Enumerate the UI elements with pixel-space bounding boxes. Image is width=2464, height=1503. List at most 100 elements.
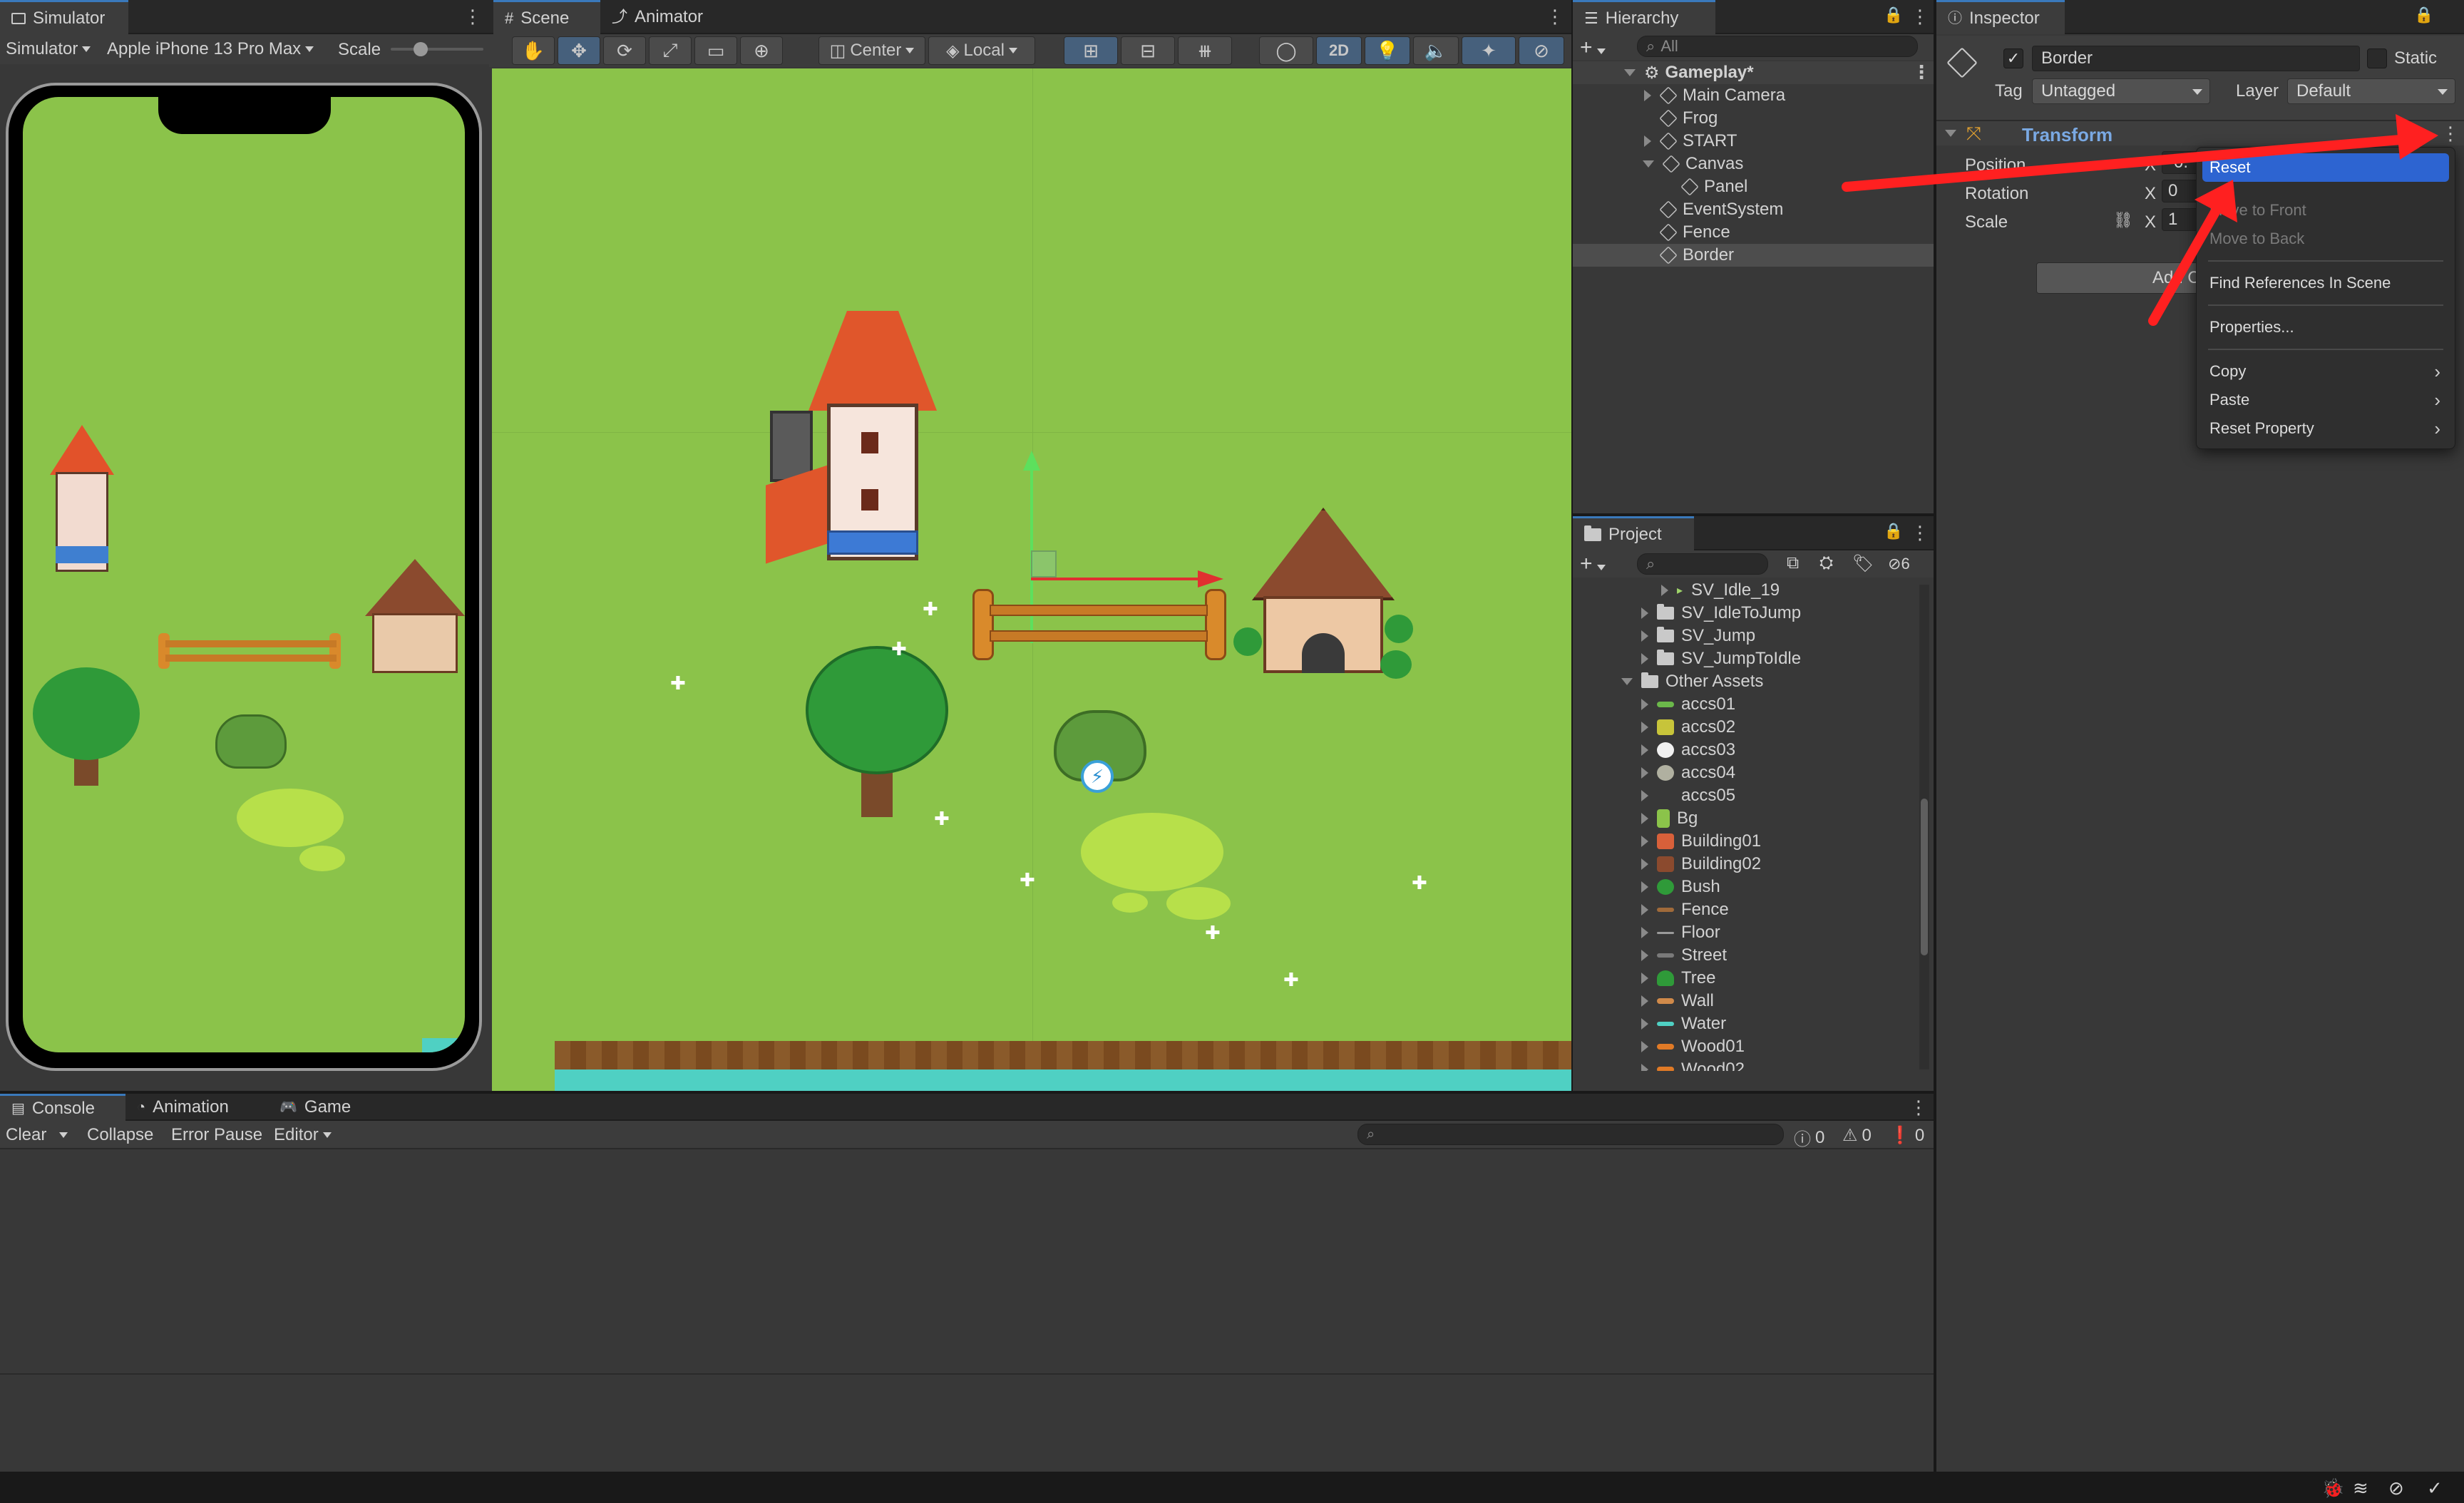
lock-icon[interactable]: 🔒 (2414, 6, 2433, 24)
pivot-dropdown[interactable]: ◫ Center (818, 36, 925, 65)
component-menu-icon[interactable]: ⋮ (2441, 124, 2460, 143)
mode-2d-button[interactable]: 2D (1316, 36, 1362, 65)
scene-menu-icon[interactable]: ⋮ (1546, 7, 1564, 26)
project-scrollbar-thumb[interactable] (1921, 799, 1928, 955)
lock-icon[interactable]: 🔒 (1884, 6, 1903, 24)
hierarchy-item-main-camera[interactable]: Main Camera (1573, 84, 1934, 107)
gizmo-y-arrow[interactable] (1023, 451, 1040, 471)
project-item[interactable]: SV_Jump (1573, 625, 1914, 647)
gizmo-x-axis[interactable] (1031, 578, 1202, 580)
add-component-button[interactable]: Add Co (2036, 262, 2222, 294)
hierarchy-search-input[interactable]: ⌕ All (1637, 36, 1918, 57)
tab-inspector[interactable]: ⓘ Inspector (1936, 0, 2065, 34)
hidden-packages-icon[interactable]: ⊘6 (1888, 555, 1910, 573)
project-item[interactable]: Bush (1573, 876, 1914, 898)
project-item[interactable]: accs02 (1573, 716, 1914, 739)
increment-snap-button[interactable]: ⧻ (1178, 36, 1232, 65)
project-item[interactable]: accs01 (1573, 693, 1914, 716)
editor-dropdown[interactable]: Editor (274, 1125, 332, 1145)
transform-tool-button[interactable]: ⊕ (740, 36, 783, 65)
scene-menu-icon[interactable]: ⋮ (1912, 63, 1931, 81)
project-item[interactable]: accs03 (1573, 739, 1914, 761)
project-search-input[interactable]: ⌕ (1637, 553, 1768, 575)
hierarchy-menu-icon[interactable]: ⋮ (1911, 7, 1929, 26)
tab-animator[interactable]: ⤴ Animator (600, 0, 729, 34)
menu-item-move-to-back[interactable]: Move to Back (2197, 225, 2455, 253)
project-item[interactable]: Building01 (1573, 830, 1914, 853)
error-pause-button[interactable]: Error Pause (171, 1125, 262, 1145)
project-item[interactable]: accs04 (1573, 761, 1914, 784)
space-dropdown[interactable]: ◈ Local (928, 36, 1035, 65)
project-item[interactable]: Wood01 (1573, 1035, 1914, 1058)
link-icon[interactable]: ⛓ (2113, 211, 2133, 230)
project-item[interactable]: SV_IdleToJump (1573, 602, 1914, 625)
menu-item-paste[interactable]: Paste › (2197, 386, 2455, 414)
transform-header[interactable]: ⤧ Transform ⋮ (1936, 120, 2464, 145)
log-count-toggle[interactable]: ⓘ 0 (1794, 1125, 1824, 1150)
project-item[interactable]: Water (1573, 1012, 1914, 1035)
tab-game[interactable]: 🎮 Game (268, 1094, 382, 1121)
create-button[interactable]: + (1580, 552, 1606, 576)
collapse-button[interactable]: Collapse (87, 1125, 153, 1145)
hierarchy-item-frog[interactable]: Frog (1573, 107, 1934, 130)
gizmo-x-arrow[interactable] (1198, 570, 1223, 588)
rotate-tool-button[interactable]: ⟳ (603, 36, 646, 65)
project-item[interactable]: ▸ SV_Idle_19 (1573, 579, 1914, 602)
hierarchy-item-panel[interactable]: Panel (1573, 175, 1934, 198)
scene-search-icon[interactable]: ⧉ (1787, 553, 1799, 573)
lock-icon[interactable]: 🔒 (1884, 522, 1903, 540)
tab-project[interactable]: Project (1573, 516, 1694, 550)
hierarchy-item-canvas[interactable]: Canvas (1573, 153, 1934, 175)
console-detail-area[interactable] (0, 1373, 1934, 1472)
project-item[interactable]: Bg (1573, 807, 1914, 830)
project-item[interactable]: Floor (1573, 921, 1914, 944)
audio-button[interactable]: 🔈 (1413, 36, 1459, 65)
project-item[interactable]: Street (1573, 944, 1914, 967)
hand-tool-button[interactable]: ✋ (512, 36, 555, 65)
scale-tool-button[interactable]: ⤢ (649, 36, 692, 65)
hierarchy-item-fence[interactable]: Fence (1573, 221, 1934, 244)
tab-hierarchy[interactable]: ☰ Hierarchy (1573, 0, 1715, 34)
frog-selection-icon[interactable]: ⚡ (1081, 760, 1114, 793)
effects-button[interactable]: ✦ (1462, 36, 1516, 65)
rect-tool-button[interactable]: ▭ (694, 36, 737, 65)
lighting-button[interactable]: 💡 (1365, 36, 1410, 65)
create-button[interactable]: + (1580, 36, 1606, 60)
tab-console[interactable]: ▤ Console (0, 1094, 125, 1121)
layer-dropdown[interactable]: Default (2287, 78, 2455, 104)
simulator-mode-dropdown[interactable]: Simulator (6, 37, 91, 61)
menu-item-find-references[interactable]: Find References In Scene (2197, 269, 2455, 297)
tab-scene[interactable]: # Scene (493, 0, 600, 34)
simulator-menu-icon[interactable]: ⋮ (463, 7, 482, 26)
project-item[interactable]: accs05 (1573, 784, 1914, 807)
static-checkbox[interactable] (2367, 48, 2387, 68)
menu-item-move-to-front[interactable]: Move to Front (2197, 196, 2455, 225)
move-tool-button[interactable]: ✥ (558, 36, 600, 65)
warning-count-toggle[interactable]: ⚠ 0 (1842, 1125, 1872, 1146)
menu-item-properties[interactable]: Properties... (2197, 313, 2455, 342)
scene-root[interactable]: ⚙ Gameplay* ⋮ (1573, 61, 1934, 84)
console-search-input[interactable]: ⌕ (1357, 1124, 1784, 1145)
gizmo-plane-handle[interactable] (1031, 550, 1057, 578)
layers-icon[interactable]: ≋ (2353, 1477, 2368, 1499)
hierarchy-item-border[interactable]: Border (1573, 244, 1934, 267)
device-dropdown[interactable]: Apple iPhone 13 Pro Max (107, 37, 314, 61)
tab-simulator[interactable]: Simulator (0, 0, 128, 34)
project-item[interactable]: Wall (1573, 990, 1914, 1012)
menu-item-reset[interactable]: Reset (2197, 153, 2455, 182)
project-item[interactable]: Tree (1573, 967, 1914, 990)
grid-snap-button[interactable]: ⊞ (1064, 36, 1118, 65)
draw-mode-button[interactable]: ◯ (1259, 36, 1313, 65)
project-item[interactable]: Other Assets (1573, 670, 1914, 693)
filter-type-icon[interactable]: ⛭ (1819, 553, 1833, 573)
menu-item-reset-property[interactable]: Reset Property › (2197, 414, 2455, 443)
scale-slider-thumb[interactable] (414, 42, 428, 56)
clear-button[interactable]: Clear (6, 1125, 68, 1145)
grid-visibility-button[interactable]: ⊟ (1121, 36, 1175, 65)
project-scrollbar[interactable] (1919, 585, 1929, 1069)
filter-label-icon[interactable]: 🏷 (1852, 553, 1874, 574)
visibility-button[interactable]: ⊘ (1519, 36, 1564, 65)
project-item[interactable]: Building02 (1573, 853, 1914, 876)
tag-dropdown[interactable]: Untagged (2032, 78, 2210, 104)
check-icon[interactable]: ✓ (2427, 1477, 2443, 1499)
